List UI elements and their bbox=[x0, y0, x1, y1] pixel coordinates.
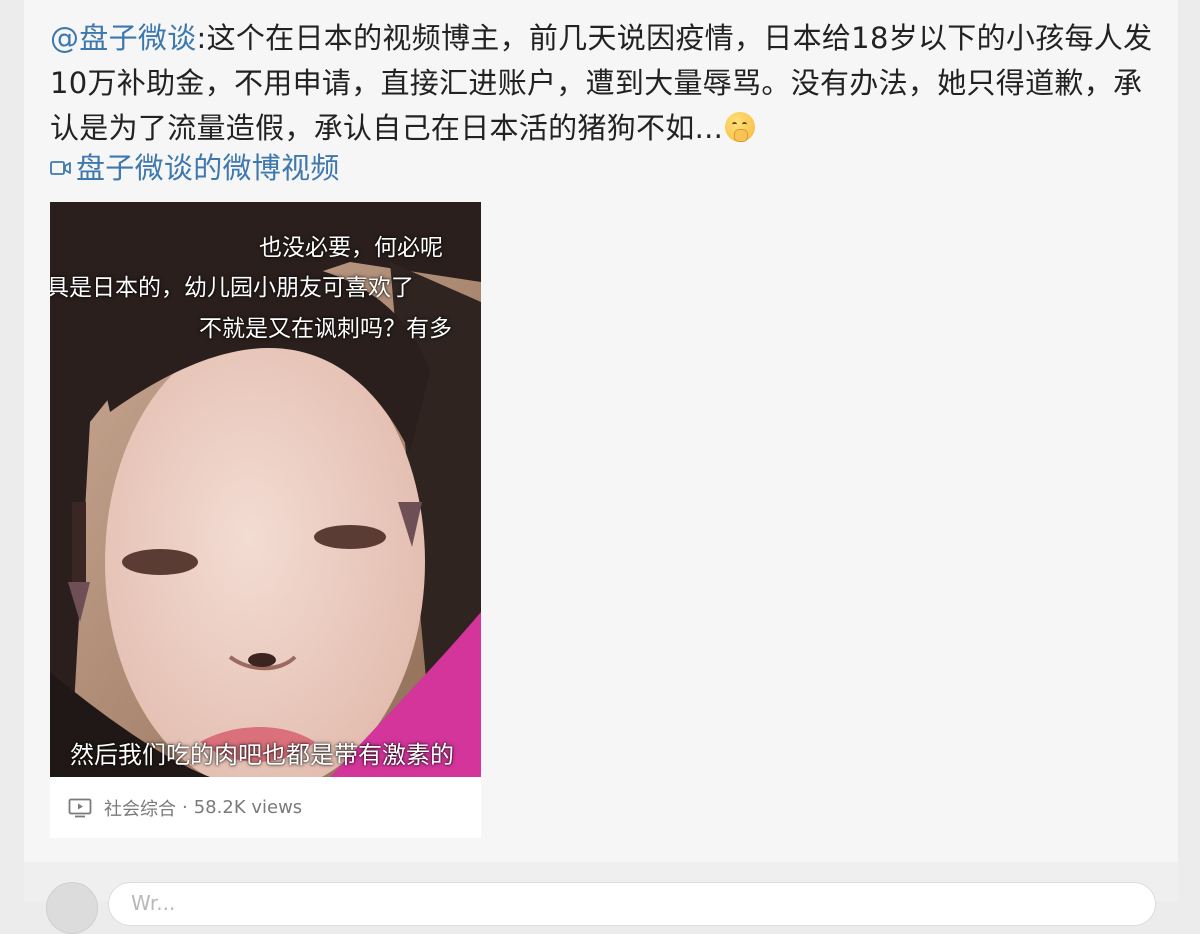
video-category[interactable]: 社会综合 bbox=[104, 795, 176, 821]
tv-icon bbox=[68, 798, 92, 817]
post-text: @盘子微谈:这个在日本的视频博主，前几天说因疫情，日本给18岁以下的小孩每人发1… bbox=[50, 16, 1160, 151]
separator: · bbox=[182, 797, 188, 818]
video-link[interactable]: 盘子微谈的微博视频 bbox=[50, 146, 340, 190]
mention-link[interactable]: @盘子微谈 bbox=[50, 21, 197, 55]
weibo-post: @盘子微谈:这个在日本的视频博主，前几天说因疫情，日本给18岁以下的小孩每人发1… bbox=[24, 0, 1178, 862]
view-count: 58.2K views bbox=[193, 797, 303, 818]
video-camera-icon bbox=[50, 161, 71, 175]
avatar[interactable] bbox=[46, 882, 98, 934]
comment-input[interactable]: Wr... bbox=[108, 882, 1156, 926]
video-link-label: 盘子微谈的微博视频 bbox=[76, 151, 340, 185]
page: @盘子微谈:这个在日本的视频博主，前几天说因疫情，日本给18岁以下的小孩每人发1… bbox=[24, 0, 1178, 934]
video-thumbnail[interactable]: 也没必要，何必呢 具是日本的，幼儿园小朋友可喜欢了 不就是又在讽刺吗？有多 然后… bbox=[50, 202, 481, 777]
subtitle-line-4: 然后我们吃的肉吧也都是带有激素的 bbox=[70, 741, 454, 769]
video-card[interactable]: 也没必要，何必呢 具是日本的，幼儿园小朋友可喜欢了 不就是又在讽刺吗？有多 然后… bbox=[50, 202, 481, 838]
shushing-face-icon bbox=[725, 112, 756, 142]
post-body: :这个在日本的视频博主，前几天说因疫情，日本给18岁以下的小孩每人发10万补助金… bbox=[50, 21, 1153, 145]
subtitle-line-3: 不就是又在讽刺吗？有多 bbox=[199, 316, 452, 342]
subtitle-line-2: 具是日本的，幼儿园小朋友可喜欢了 bbox=[50, 275, 414, 301]
subtitle-line-1: 也没必要，何必呢 bbox=[259, 235, 443, 261]
video-card-footer: 社会综合 · 58.2K views bbox=[50, 777, 481, 838]
comment-bar: Wr... bbox=[24, 862, 1178, 934]
